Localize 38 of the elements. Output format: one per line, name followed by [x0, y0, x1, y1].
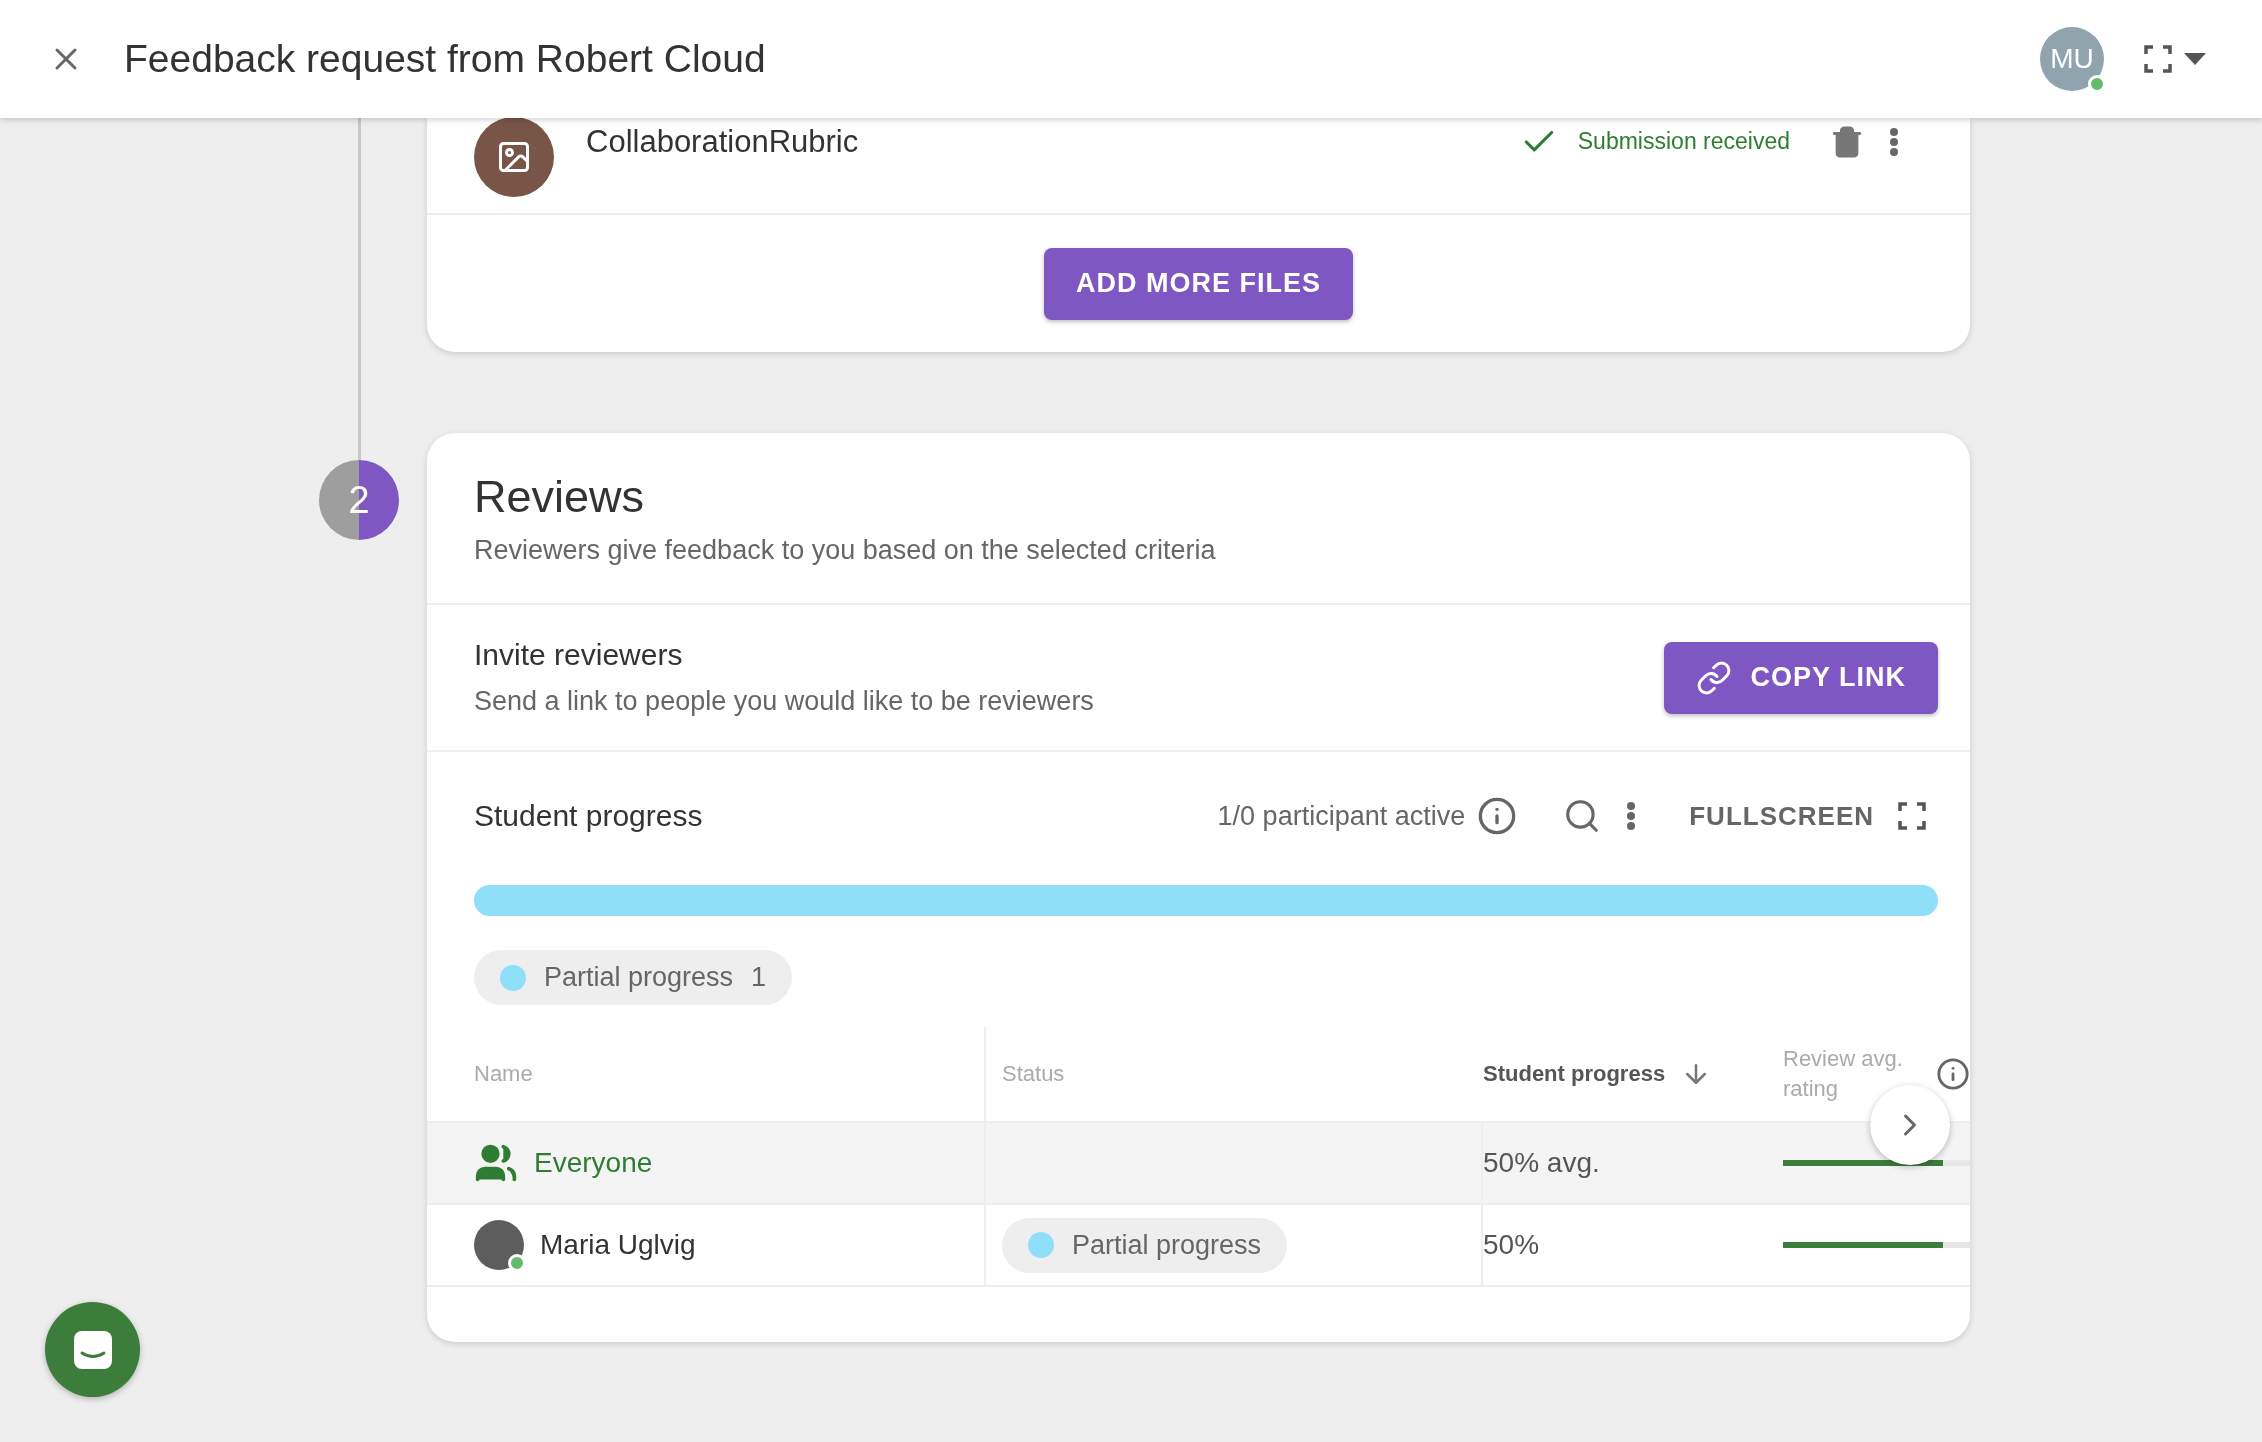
chat-button[interactable] [45, 1302, 140, 1397]
row-name: Maria Uglvig [540, 1229, 696, 1261]
more-button[interactable] [1890, 127, 1898, 156]
progress-value: 50% avg. [1483, 1147, 1600, 1179]
fullscreen-menu-button[interactable] [2144, 45, 2206, 73]
more-icon [1890, 127, 1898, 156]
window-title: Feedback request from Robert Cloud [124, 37, 767, 81]
row-name[interactable]: Everyone [534, 1147, 653, 1179]
user-avatar[interactable]: MU [2040, 27, 2104, 91]
legend-chip[interactable]: Partial progress 1 [474, 950, 793, 1005]
caret-icon [2184, 53, 2206, 65]
legend-count: 1 [751, 962, 767, 993]
chat-icon [71, 1328, 114, 1371]
info-icon[interactable] [1936, 1057, 1970, 1091]
copy-link-button[interactable]: COPY LINK [1664, 641, 1938, 714]
fullscreen-icon [2144, 45, 2172, 73]
info-icon[interactable] [1477, 796, 1518, 836]
delete-button[interactable] [1830, 124, 1864, 159]
status-label: Partial progress [1072, 1229, 1262, 1261]
link-icon [1696, 659, 1733, 696]
more-icon [1627, 802, 1636, 830]
add-files-button[interactable]: ADD MORE FILES [1044, 247, 1353, 320]
file-name: CollaborationRubric [586, 123, 860, 160]
fullscreen-button[interactable]: FULLSCREEN [1689, 800, 1938, 832]
more-button[interactable] [1627, 802, 1636, 830]
invite-subtitle: Send a link to people you would like to be reviewers [474, 686, 1095, 717]
participant-count: 1/0 participant active [1217, 800, 1466, 832]
trash-icon [1830, 124, 1864, 159]
section-subtitle: Reviewers give feedback to you based on the selected criteria [474, 534, 1217, 566]
submission-status: Submission received [1577, 128, 1790, 155]
progress-value: 50% [1483, 1229, 1540, 1261]
step-number: 2 [319, 460, 399, 540]
fullscreen-icon [1898, 802, 1926, 830]
progress-title: Student progress [474, 799, 704, 833]
invite-title: Invite reviewers [474, 638, 684, 672]
column-header[interactable]: Student progress [1483, 1059, 1666, 1089]
section-title: Reviews [474, 470, 646, 523]
legend-label: Partial progress [544, 962, 734, 993]
